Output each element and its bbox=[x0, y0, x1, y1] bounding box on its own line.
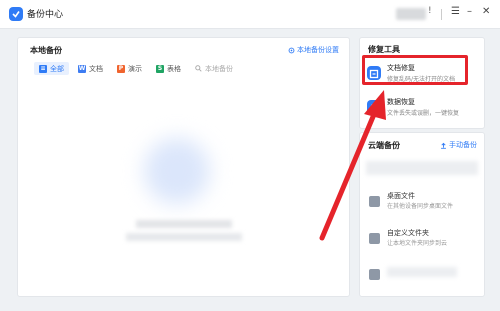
annotation-arrow bbox=[319, 90, 386, 241]
